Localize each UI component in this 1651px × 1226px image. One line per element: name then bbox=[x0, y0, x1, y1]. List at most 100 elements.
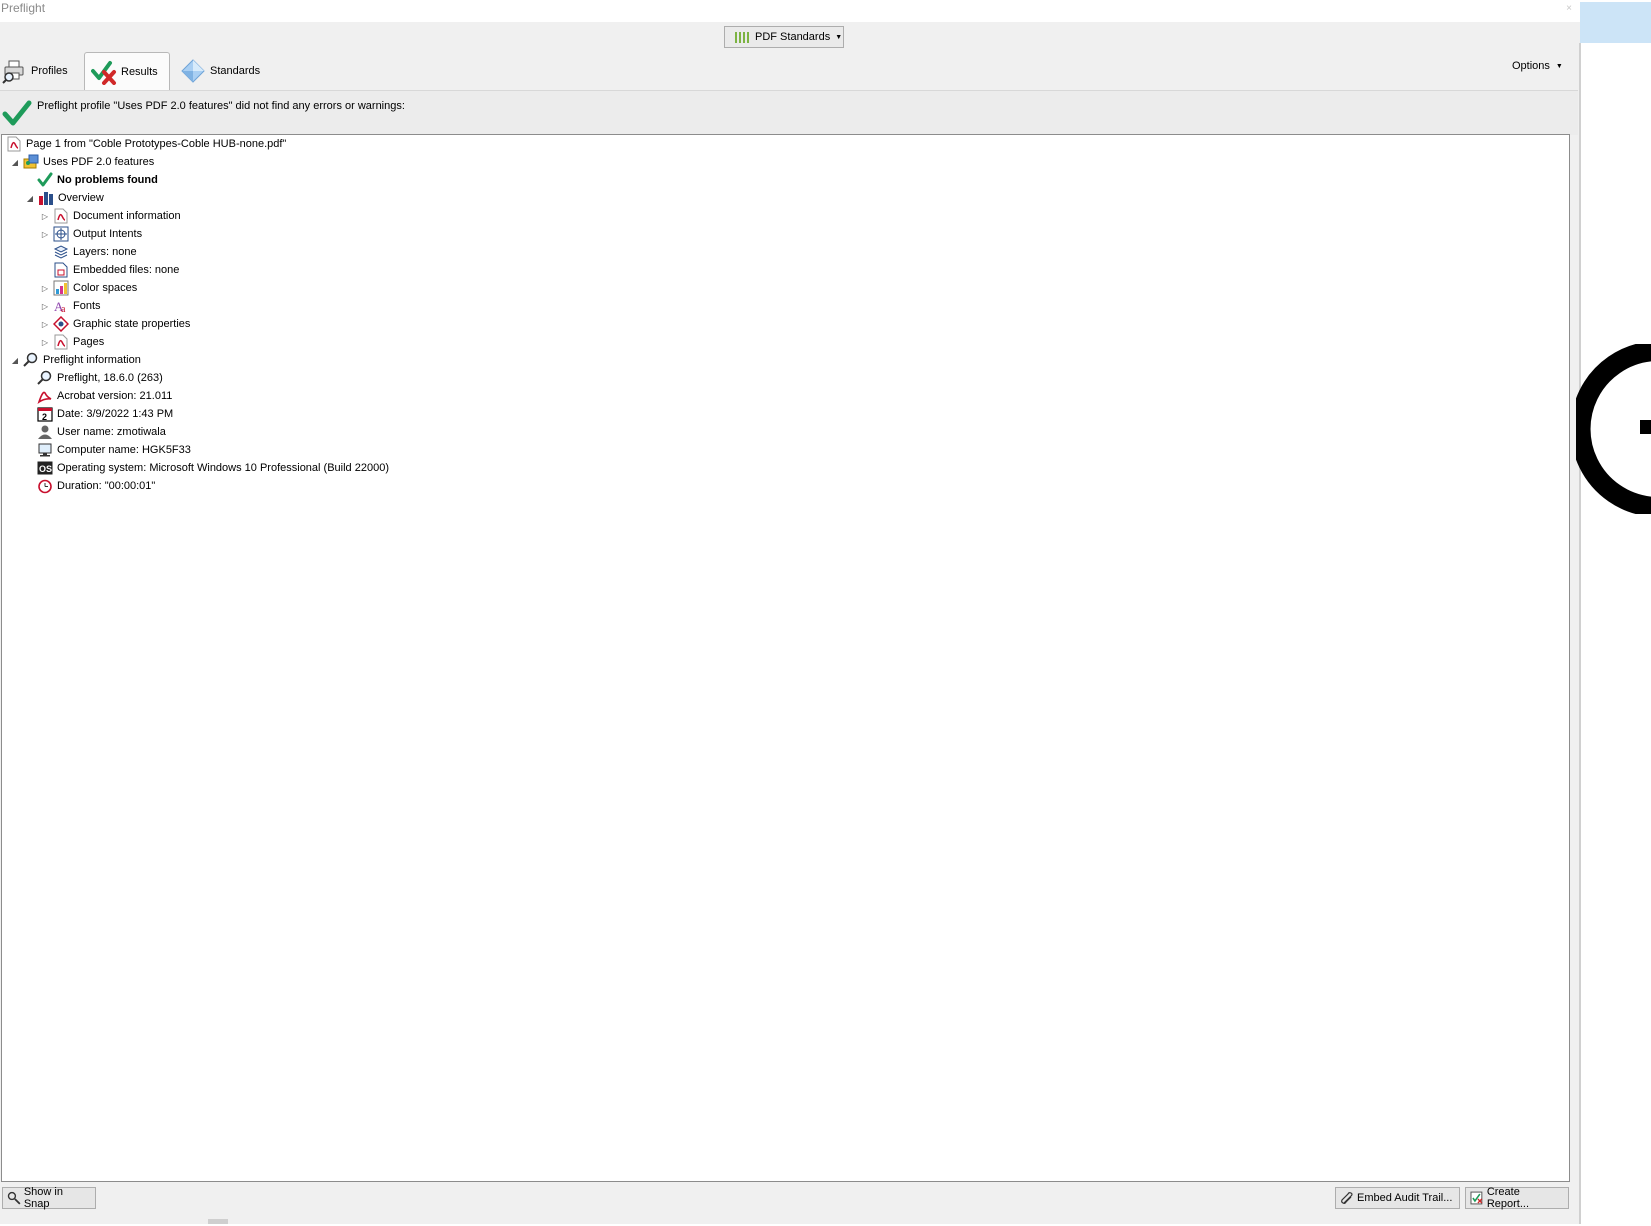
options-label: Options bbox=[1512, 60, 1550, 72]
collapse-arrow-icon[interactable]: ◢ bbox=[10, 157, 20, 167]
magnifier-icon bbox=[7, 1191, 21, 1205]
expand-arrow-icon[interactable]: ▷ bbox=[40, 229, 50, 239]
tree-item-label: Preflight information bbox=[43, 354, 141, 366]
tree-item-label: Date: 3/9/2022 1:43 PM bbox=[57, 408, 174, 420]
result-banner: Preflight profile "Uses PDF 2.0 features… bbox=[0, 90, 1578, 135]
tree-item-pages[interactable]: ▷ Pages bbox=[40, 333, 104, 351]
embed-audit-trail-button[interactable]: Embed Audit Trail... bbox=[1335, 1187, 1460, 1209]
tree-item-layers[interactable]: Layers: none bbox=[53, 243, 137, 261]
background-app-area bbox=[1580, 0, 1651, 1226]
checkmark-icon bbox=[37, 172, 53, 188]
background-selection-highlight bbox=[1580, 2, 1651, 43]
tree-item-label: Acrobat version: 21.011 bbox=[57, 390, 173, 402]
magnifier-icon bbox=[37, 370, 53, 386]
tree-item-label: Overview bbox=[58, 192, 104, 204]
tree-item-profile[interactable]: ◢ Uses PDF 2.0 features bbox=[10, 153, 154, 171]
expand-arrow-icon[interactable]: ▷ bbox=[40, 283, 50, 293]
check-cross-icon bbox=[91, 61, 116, 85]
printer-magnifier-icon bbox=[2, 60, 24, 84]
result-message: Preflight profile "Uses PDF 2.0 features… bbox=[37, 100, 405, 112]
results-tree: Page 1 from "Coble Prototypes-Coble HUB-… bbox=[1, 134, 1570, 1182]
tree-item-preflight-information[interactable]: ◢ Preflight information bbox=[10, 351, 141, 369]
tree-item-label: Layers: none bbox=[73, 246, 137, 258]
tree-item-label: Operating system: Microsoft Windows 10 P… bbox=[57, 462, 389, 474]
collapse-arrow-icon[interactable]: ◢ bbox=[25, 193, 35, 203]
bottom-bar: Show in Snap Embed Audit Trail... Create… bbox=[0, 1183, 1578, 1224]
tab-profiles[interactable]: Profiles bbox=[1, 52, 81, 90]
tree-item-label: Page 1 from "Coble Prototypes-Coble HUB-… bbox=[26, 138, 287, 150]
tab-results[interactable]: Results bbox=[84, 52, 170, 91]
tree-item-label: User name: zmotiwala bbox=[57, 426, 166, 438]
tree-item-label: Uses PDF 2.0 features bbox=[43, 156, 155, 168]
expand-arrow-icon[interactable]: ▷ bbox=[40, 211, 50, 221]
tree-item-embedded-files[interactable]: Embedded files: none bbox=[53, 261, 179, 279]
collapse-arrow-icon[interactable]: ◢ bbox=[10, 355, 20, 365]
tree-item-label: No problems found bbox=[57, 174, 158, 186]
show-in-snap-button[interactable]: Show in Snap bbox=[2, 1186, 96, 1210]
embedded-file-icon bbox=[53, 262, 69, 278]
layers-icon bbox=[53, 244, 69, 260]
overview-chart-icon bbox=[38, 190, 54, 206]
close-icon[interactable]: × bbox=[1559, 0, 1579, 18]
chevron-down-icon: ▼ bbox=[1555, 62, 1563, 70]
tree-item-preflight-version[interactable]: Preflight, 18.6.0 (263) bbox=[37, 369, 163, 387]
magnifier-icon bbox=[23, 352, 39, 368]
pdf-standards-label: PDF Standards bbox=[755, 31, 831, 43]
window-title: Preflight bbox=[1, 1, 46, 15]
embed-audit-trail-label: Embed Audit Trail... bbox=[1357, 1192, 1453, 1204]
pdf-document-icon bbox=[53, 208, 69, 224]
user-icon bbox=[37, 424, 53, 440]
expand-arrow-icon[interactable]: ▷ bbox=[40, 319, 50, 329]
tree-item-label: Document information bbox=[73, 210, 181, 222]
tree-item-label: Graphic state properties bbox=[73, 318, 191, 330]
bar-chart-icon bbox=[735, 31, 749, 43]
window-edge-divider bbox=[1579, 43, 1581, 1224]
create-report-button[interactable]: Create Report... bbox=[1465, 1186, 1569, 1210]
report-icon bbox=[1470, 1191, 1483, 1205]
tree-item-date[interactable]: 2 Date: 3/9/2022 1:43 PM bbox=[37, 405, 173, 423]
tree-item-label: Pages bbox=[73, 336, 105, 348]
background-large-glyph bbox=[1576, 344, 1651, 514]
svg-text:a: a bbox=[61, 304, 66, 314]
tree-item-computer-name[interactable]: Computer name: HGK5F33 bbox=[37, 441, 191, 459]
tree-item-duration[interactable]: Duration: "00:00:01" bbox=[37, 477, 155, 495]
diamond-icon bbox=[181, 59, 205, 83]
tree-item-color-spaces[interactable]: ▷ Color spaces bbox=[40, 279, 137, 297]
tree-item-label: Fonts bbox=[73, 300, 101, 312]
graphic-state-icon bbox=[53, 316, 69, 332]
chevron-down-icon: ▼ bbox=[835, 33, 843, 41]
tree-item-operating-system[interactable]: OS Operating system: Microsoft Windows 1… bbox=[37, 459, 389, 477]
acrobat-icon bbox=[37, 388, 53, 404]
scrollbar-thumb[interactable] bbox=[208, 1219, 228, 1224]
tree-item-root[interactable]: Page 1 from "Coble Prototypes-Coble HUB-… bbox=[6, 135, 286, 153]
expand-arrow-icon[interactable]: ▷ bbox=[40, 337, 50, 347]
expand-arrow-icon[interactable]: ▷ bbox=[40, 301, 50, 311]
tab-standards[interactable]: Standards bbox=[180, 52, 280, 90]
pdf-page-icon bbox=[6, 136, 22, 152]
tree-item-label: Embedded files: none bbox=[73, 264, 180, 276]
tab-standards-label: Standards bbox=[210, 65, 261, 77]
tree-item-graphic-state[interactable]: ▷ Graphic state properties bbox=[40, 315, 190, 333]
tree-item-user-name[interactable]: User name: zmotiwala bbox=[37, 423, 166, 441]
tree-item-overview[interactable]: ◢ Overview bbox=[25, 189, 104, 207]
create-report-label: Create Report... bbox=[1486, 1186, 1529, 1210]
tree-item-fonts[interactable]: ▷ Aa Fonts bbox=[40, 297, 101, 315]
title-bar: Preflight × bbox=[0, 0, 1580, 22]
tree-item-output-intents[interactable]: ▷ Output Intents bbox=[40, 225, 142, 243]
pdf-pages-icon bbox=[53, 334, 69, 350]
pdf-standards-button[interactable]: PDF Standards ▼ bbox=[724, 26, 844, 48]
tab-results-label: Results bbox=[121, 66, 158, 78]
options-menu[interactable]: Options ▼ bbox=[1512, 60, 1563, 72]
tree-item-acrobat-version[interactable]: Acrobat version: 21.011 bbox=[37, 387, 172, 405]
svg-text:OS: OS bbox=[39, 464, 52, 474]
tree-item-no-problems[interactable]: No problems found bbox=[37, 171, 158, 189]
fonts-icon: Aa bbox=[53, 298, 69, 314]
checkmark-icon bbox=[2, 100, 32, 126]
os-icon: OS bbox=[37, 460, 53, 476]
tree-item-label: Preflight, 18.6.0 (263) bbox=[57, 372, 163, 384]
preflight-window: Preflight × PDF Standards ▼ Profiles Res… bbox=[0, 0, 1580, 1224]
output-intent-icon bbox=[53, 226, 69, 242]
clock-icon bbox=[37, 478, 53, 494]
tree-item-document-information[interactable]: ▷ Document information bbox=[40, 207, 181, 225]
color-spaces-icon bbox=[53, 280, 69, 296]
